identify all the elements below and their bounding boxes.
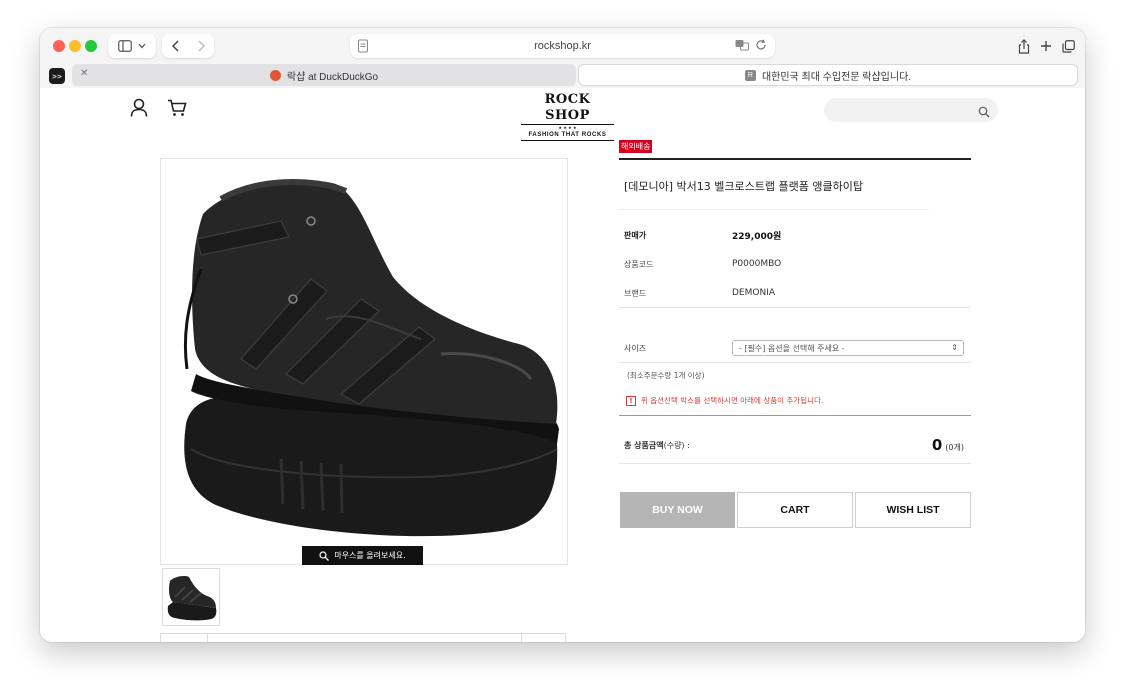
zoom-window-button[interactable] [85, 40, 97, 52]
add-to-cart-button[interactable]: CART [737, 492, 853, 528]
web-page: ROCK SHOP ★ ★ ★ ★ FASHION THAT ROCKS 마우스… [40, 88, 1085, 642]
page-menu-icon[interactable] [357, 39, 369, 56]
divider [619, 362, 971, 363]
navigation-buttons [162, 34, 214, 58]
address-text: rockshop.kr [534, 40, 591, 52]
sidebar-toggle-button[interactable] [108, 34, 156, 58]
share-icon[interactable] [1018, 38, 1030, 54]
zoom-hint-text: 마우스를 올려보세요. [334, 551, 406, 560]
back-button[interactable] [162, 40, 188, 52]
chevron-right-icon [197, 40, 205, 52]
size-select-value: - [필수] 옵션을 선택해 주세요 - [739, 343, 845, 353]
logo-title: ROCK SHOP [521, 92, 614, 125]
divider [619, 463, 971, 464]
rockshop-favicon: R [744, 69, 756, 81]
boot-image [183, 178, 559, 537]
minimize-window-button[interactable] [69, 40, 81, 52]
tab-overview-icon[interactable] [1062, 39, 1075, 53]
tab-rockshop[interactable]: R 대한민국 최대 수입전문 락샵입니다. [578, 64, 1078, 86]
account-icon[interactable] [130, 98, 148, 121]
price-value: 229,000원 [732, 232, 782, 242]
reload-icon[interactable] [755, 39, 767, 51]
magnifier-icon [319, 550, 330, 561]
translate-icon[interactable] [735, 39, 749, 51]
total-count: (0개) [945, 443, 964, 452]
logo-tagline: FASHION THAT ROCKS [521, 130, 614, 141]
close-tab-icon[interactable]: ✕ [80, 68, 88, 79]
total-label-qty: (수량) : [663, 441, 690, 450]
total-price: 0 (0개) [932, 436, 964, 454]
forward-button[interactable] [188, 40, 214, 52]
browser-window: rockshop.kr >> ✕ 락샵 at DuckDuckGo R 대한민국… [40, 28, 1085, 642]
search-input[interactable] [824, 98, 998, 122]
product-title: [데모니아] 박서13 벨크로스트랩 플랫폼 앵클하이탑 [624, 180, 863, 193]
size-label: 사이즈 [624, 344, 647, 353]
browser-toolbar: rockshop.kr [40, 28, 1085, 64]
product-code-value: P0000MBO [732, 259, 782, 269]
tab-label: 대한민국 최대 수입전문 락샵입니다. [761, 71, 912, 83]
product-main-image[interactable]: 마우스를 올려보세요. [160, 158, 568, 565]
duckduckgo-favicon [269, 69, 281, 81]
tab-bar: >> ✕ 락샵 at DuckDuckGo R 대한민국 최대 수입전문 락샵입… [40, 64, 1085, 88]
warning-icon: ! [626, 395, 636, 406]
chevron-left-icon [171, 40, 179, 52]
sidebar-icon [118, 40, 132, 52]
title-divider [619, 158, 971, 160]
wish-list-button[interactable]: WISH LIST [855, 492, 971, 528]
product-detail-tabs [160, 633, 566, 642]
buy-now-button[interactable]: BUY NOW [620, 492, 735, 528]
divider [619, 307, 971, 308]
overseas-shipping-badge: 해외배송 [619, 140, 653, 153]
tab-duckduckgo[interactable]: ✕ 락샵 at DuckDuckGo [72, 64, 576, 86]
extension-icon[interactable]: >> [49, 68, 65, 84]
option-notice: ! 위 옵션선택 박스를 선택하시면 아래에 상품이 추가됩니다. [626, 395, 823, 406]
boot-thumbnail-image [167, 576, 217, 621]
price-label: 판매가 [624, 231, 647, 240]
total-price-value: 0 [931, 436, 943, 454]
total-price-label: 총 상품금액(수량) : [624, 440, 690, 451]
rockshop-logo[interactable]: ROCK SHOP ★ ★ ★ ★ FASHION THAT ROCKS [521, 92, 614, 141]
total-label-text: 총 상품금액 [624, 441, 664, 450]
cart-icon[interactable] [167, 99, 187, 121]
divider [619, 415, 971, 416]
size-select[interactable]: - [필수] 옵션을 선택해 주세요 - ⇕ [732, 340, 964, 356]
new-tab-icon[interactable] [1040, 40, 1052, 52]
select-arrows-icon: ⇕ [951, 343, 958, 352]
chevron-down-icon [138, 43, 146, 49]
address-bar[interactable]: rockshop.kr [350, 34, 775, 58]
tab-label: 락샵 at DuckDuckGo [286, 71, 379, 83]
product-thumbnail[interactable] [162, 568, 220, 626]
brand-label: 브랜드 [624, 289, 647, 298]
product-code-label: 상품코드 [624, 260, 654, 269]
search-icon[interactable] [978, 103, 990, 122]
zoom-hint-bar: 마우스를 올려보세요. [302, 546, 423, 565]
option-notice-text: 위 옵션선택 박스를 선택하시면 아래에 상품이 추가됩니다. [641, 396, 824, 405]
divider [619, 209, 929, 210]
brand-value: DEMONIA [732, 288, 776, 298]
min-order-quantity: (최소주문수량 1개 이상) [627, 371, 705, 380]
close-window-button[interactable] [53, 40, 65, 52]
